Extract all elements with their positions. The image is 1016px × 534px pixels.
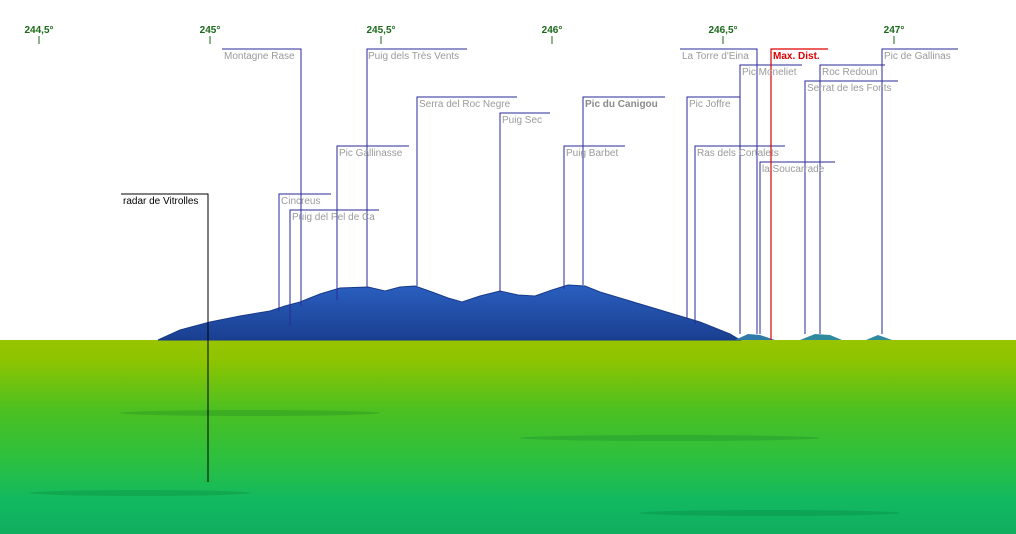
peak-label-ras-dels-cortalets: Ras dels Cortalets [697,148,779,159]
leader-la-torre-deina [680,48,758,334]
tick-label: 245,5° [366,25,395,36]
distant-hill [735,334,775,340]
tick-label: 246,5° [708,25,737,36]
tick-label: 247° [884,25,905,36]
peak-label-radar-de-vitrolles: radar de Vitrolles [123,196,198,207]
tick-label: 246° [542,25,563,36]
peak-label-serra-roc-negre: Serra del Roc Negre [419,99,511,110]
peak-label-serrat-de-les-fonts: Serrat de les Fonts [807,83,891,94]
peak-label-la-soucarrade: la Soucarrade [762,164,825,175]
leader-puig-barbet [563,145,625,289]
peak-label-montagne-rase: Montagne Rase [224,51,295,62]
peak-label-puig-del-pel-de-ca: Puig del Pel de Ca [292,212,375,223]
peak-label-roc-redoun: Roc Redoun [822,67,878,78]
peak-label-pic-de-gallinas: Pic de Gallinas [884,51,951,62]
peak-label-pic-joffre: Pic Joffre [689,99,731,110]
peak-label-puig-barbet: Puig Barbet [566,148,618,159]
mountain-ridge [157,284,742,341]
distant-hill [866,335,892,340]
leader-pic-de-gallinas [881,48,958,334]
longitude-scale: 244,5° 245° 245,5° 246° 246,5° 247° [24,25,904,44]
peak-labels: Montagne Rase Puig dels Très Vents La To… [123,51,951,223]
peak-label-la-torre-deina: La Torre d'Eina [682,51,749,62]
peak-label-cincreus: Cincreus [281,196,320,207]
peak-label-pic-moneliet: Pic Moneliet [742,67,797,78]
leader-montagne-rase [222,48,302,306]
peak-label-puig-sec: Puig Sec [502,115,542,126]
panorama-view: 244,5° 245° 245,5° 246° 246,5° 247° Mont… [0,0,1016,534]
tick-label: 244,5° [24,25,53,36]
peak-label-pic-gallinasse: Pic Gallinasse [339,148,403,159]
leader-roc-redoun [819,64,885,334]
peak-label-pic-du-canigou: Pic du Canigou [585,99,658,110]
panorama-overlay: 244,5° 245° 245,5° 246° 246,5° 247° Mont… [24,25,958,482]
peak-label-puig-tres-vents: Puig dels Très Vents [368,51,459,62]
distant-hill [800,334,842,340]
leader-pic-du-canigou [582,96,665,285]
leader-pic-gallinasse [336,145,409,300]
leader-serrat-de-les-fonts [804,80,898,334]
leader-puig-sec [499,112,550,291]
max-dist-label: Max. Dist. [773,51,820,62]
tick-label: 245° [200,25,221,36]
